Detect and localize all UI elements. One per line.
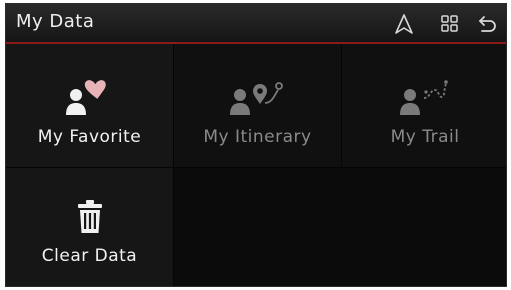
- navigation-arrow-icon[interactable]: [392, 12, 416, 36]
- grid-menu-icon[interactable]: [438, 12, 462, 36]
- clear-data-button[interactable]: Clear Data: [6, 168, 174, 286]
- page-title: My Data: [16, 11, 95, 32]
- back-arrow-icon[interactable]: [476, 12, 500, 36]
- screen: My Data My Favorite My Itinerary My Trai…: [5, 3, 507, 287]
- data-menu-grid: My Favorite My Itinerary My Trail Clear …: [6, 44, 506, 286]
- header-bar: My Data: [6, 4, 506, 44]
- my-favorite-button[interactable]: My Favorite: [6, 44, 174, 168]
- empty-grid-area: [174, 168, 506, 286]
- trail-path-icon: [399, 78, 451, 116]
- favorite-heart-user-icon: [64, 78, 116, 116]
- my-favorite-label: My Favorite: [37, 127, 142, 147]
- my-itinerary-button[interactable]: My Itinerary: [174, 44, 342, 168]
- trash-can-icon: [76, 200, 104, 234]
- my-trail-label: My Trail: [390, 127, 460, 147]
- my-itinerary-label: My Itinerary: [203, 127, 312, 147]
- clear-data-label: Clear Data: [41, 246, 138, 266]
- itinerary-route-icon: [229, 78, 286, 116]
- my-trail-button[interactable]: My Trail: [342, 44, 506, 168]
